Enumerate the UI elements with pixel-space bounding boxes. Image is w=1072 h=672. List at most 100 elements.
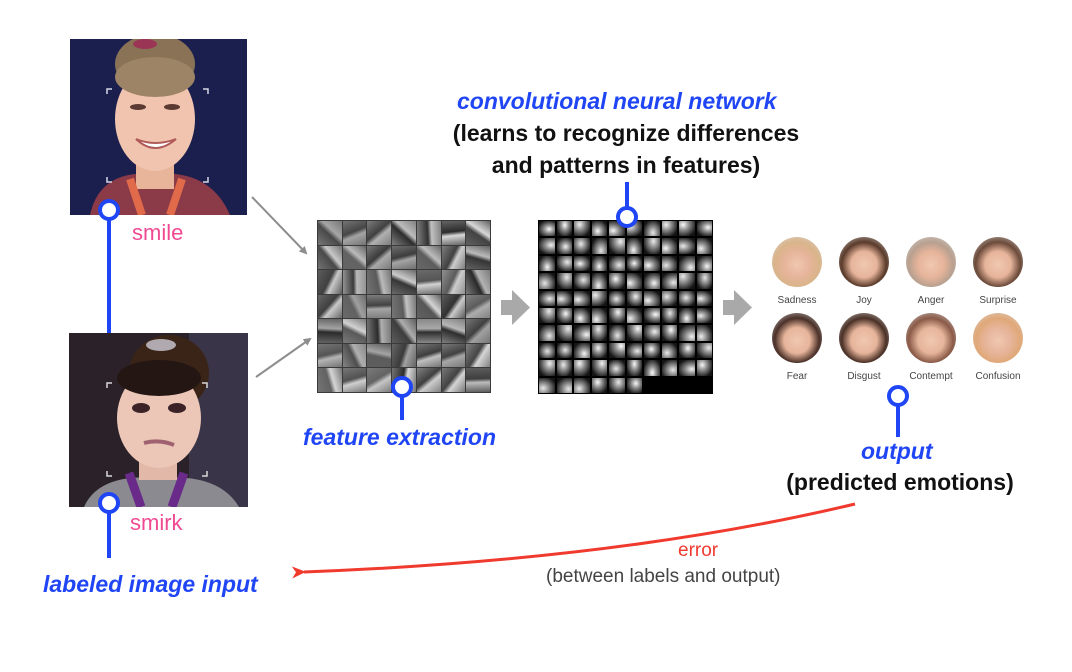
feature-patch	[441, 270, 466, 294]
input-smile-node	[98, 199, 120, 221]
feature-patch	[318, 245, 342, 270]
cnn-filter	[556, 255, 572, 272]
cnn-filter	[661, 221, 677, 237]
cnn-filter	[591, 255, 607, 272]
input-smirk-node	[98, 492, 120, 514]
feature-patch	[466, 343, 490, 368]
cnn-filter	[574, 255, 590, 272]
emotion-name: Anger	[917, 295, 945, 306]
feature-patch	[367, 343, 392, 368]
cnn-filter	[679, 377, 695, 393]
cnn-filter	[609, 238, 625, 254]
feature-patch	[392, 343, 416, 368]
cnn-filter	[556, 342, 572, 359]
feature-patch	[342, 343, 367, 368]
emotion-name: Joy	[856, 295, 872, 306]
feature-patch	[392, 221, 416, 245]
emotion-face-avatar	[973, 313, 1023, 363]
cnn-filter	[539, 325, 555, 341]
cnn-filter	[696, 255, 712, 272]
feature-patch	[416, 319, 441, 343]
cnn-filter	[644, 238, 660, 254]
cnn-filter	[679, 342, 695, 359]
cnn-filter	[626, 273, 642, 289]
feature-patch	[367, 270, 392, 294]
emotion-contempt: Contempt	[896, 313, 966, 382]
cnn-filter	[661, 273, 677, 289]
cnn-filter	[644, 221, 660, 237]
feature-patch	[441, 221, 466, 245]
cnn-filter	[591, 238, 607, 254]
emotion-anger: Anger	[896, 237, 966, 306]
feature-patch	[416, 245, 441, 270]
feature-extraction-grid	[317, 220, 491, 393]
feature-patch	[367, 245, 392, 270]
cnn-filter	[539, 221, 555, 237]
cnn-filter	[591, 360, 607, 376]
cnn-node	[616, 206, 638, 228]
cnn-filter	[609, 342, 625, 359]
cnn-filter	[696, 221, 712, 237]
emotion-fear: Fear	[762, 313, 832, 382]
cnn-filter	[679, 221, 695, 237]
cnn-filter	[556, 221, 572, 237]
emotion-face-avatar	[906, 313, 956, 363]
cnn-filter	[574, 342, 590, 359]
emotion-name: Fear	[786, 371, 808, 382]
feature-patch	[342, 270, 367, 294]
cnn-filter	[661, 238, 677, 254]
output-title: output	[861, 438, 933, 464]
emotion-disgust: Disgust	[829, 313, 899, 382]
cnn-filter	[574, 325, 590, 341]
cnn-filter	[626, 307, 642, 324]
feature-patch	[367, 221, 392, 245]
feature-patch	[367, 319, 392, 343]
cnn-filter	[539, 290, 555, 306]
cnn-filter	[644, 255, 660, 272]
cnn-filter	[644, 307, 660, 324]
cnn-filter	[696, 342, 712, 359]
feature-patch	[318, 343, 342, 368]
cnn-filter	[556, 307, 572, 324]
cnn-filter	[679, 325, 695, 341]
output-subtitle: (predicted emotions)	[786, 469, 1014, 495]
feature-patch	[318, 294, 342, 319]
feature-patch	[466, 221, 490, 245]
cnn-filter	[574, 238, 590, 254]
feature-patch	[367, 294, 392, 319]
feature-patch	[416, 368, 441, 392]
feature-patch	[342, 221, 367, 245]
cnn-filter	[626, 377, 642, 393]
feature-patch	[318, 319, 342, 343]
cnn-filter	[574, 273, 590, 289]
cnn-filter	[556, 238, 572, 254]
error-arrow	[291, 502, 856, 579]
cnn-filter	[661, 342, 677, 359]
cnn-filter	[591, 290, 607, 306]
cnn-filter	[556, 273, 572, 289]
cnn-filter	[539, 238, 555, 254]
emotion-sadness: Sadness	[762, 237, 832, 306]
cnn-filter	[591, 221, 607, 237]
cnn-filter	[696, 290, 712, 306]
emotion-joy: Joy	[829, 237, 899, 306]
cnn-subtitle-line1: (learns to recognize differences	[452, 120, 800, 146]
emotion-name: Surprise	[979, 295, 1017, 306]
label-smirk: smirk	[130, 510, 183, 535]
cnn-filter	[574, 290, 590, 306]
cnn-filter	[539, 342, 555, 359]
cnn-filter	[556, 377, 572, 393]
feature-patch	[392, 294, 416, 319]
cnn-filter	[661, 377, 677, 393]
block-arrow-cnn-to-output	[723, 290, 752, 325]
cnn-filter	[679, 238, 695, 254]
cnn-filter	[539, 307, 555, 324]
emotion-face-avatar	[973, 237, 1023, 287]
cnn-filter	[556, 325, 572, 341]
cnn-filter	[574, 377, 590, 393]
cnn-filter	[609, 290, 625, 306]
cnn-filter	[626, 238, 642, 254]
feature-patch	[441, 343, 466, 368]
cnn-filter	[591, 377, 607, 393]
cnn-filter	[556, 290, 572, 306]
